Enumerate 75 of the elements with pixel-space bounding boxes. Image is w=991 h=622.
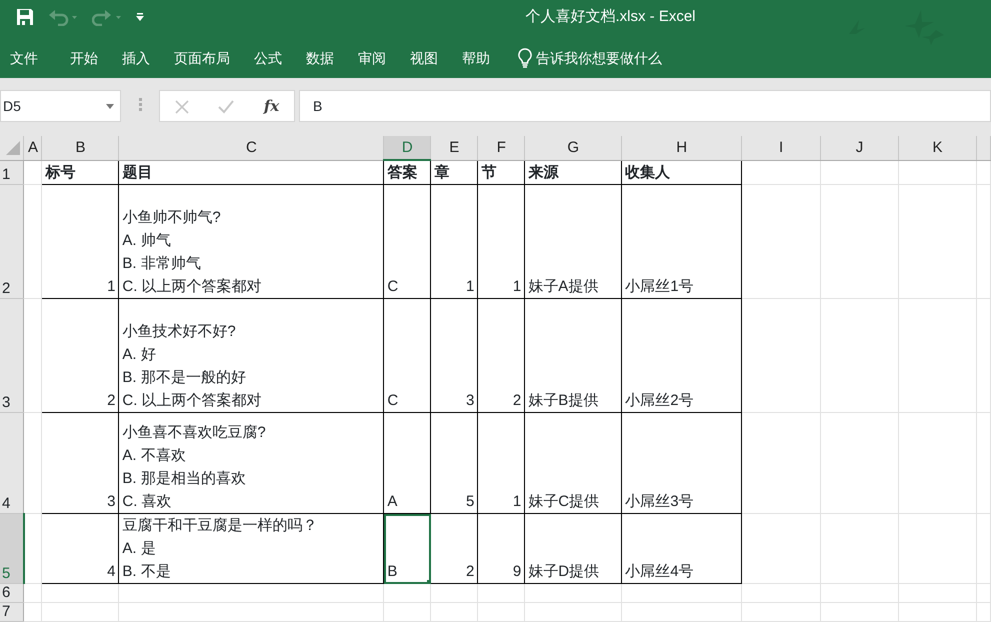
ribbon-tab[interactable]: 开始 [58, 38, 110, 78]
table-cell: 2 [42, 298, 119, 412]
column-title: 章 [430, 160, 478, 184]
column-title: 标号 [42, 160, 119, 184]
table-cell: 小鱼帅不帅气? A. 帅气 B. 非常帅气 C. 以上两个答案都对 [118, 184, 384, 298]
select-all-icon[interactable] [4, 141, 20, 156]
column-title: 收集人 [622, 160, 742, 184]
ribbon-tab[interactable]: 插入 [110, 38, 162, 78]
table-cell: 1 [478, 184, 525, 298]
table-cell: 1 [42, 184, 119, 298]
column-title: 来源 [524, 160, 622, 184]
table-cell: 妹子B提供 [524, 298, 622, 412]
table-cell: 9 [478, 514, 525, 584]
check-icon [218, 100, 234, 114]
ribbon-tab[interactable]: 视图 [398, 38, 450, 78]
save-icon[interactable] [16, 8, 34, 26]
column-header[interactable]: D [384, 136, 431, 160]
column-header[interactable]: I [742, 136, 821, 160]
row-header[interactable]: 1 [0, 160, 24, 184]
row-header[interactable]: 2 [0, 184, 24, 298]
row-header[interactable]: 4 [0, 412, 24, 514]
table-cell: 小屌丝2号 [622, 298, 742, 412]
ribbon-tab[interactable]: 帮助 [450, 38, 502, 78]
column-header[interactable]: C [118, 136, 384, 160]
row-header[interactable]: 5 [0, 514, 24, 584]
column-header[interactable]: G [524, 136, 622, 160]
table-cell: 小屌丝3号 [622, 412, 742, 514]
table-cell: B [384, 514, 431, 584]
column-header[interactable]: H [622, 136, 742, 160]
window-title: 个人喜好文档.xlsx - Excel [525, 8, 696, 25]
table-cell: 妹子C提供 [524, 412, 622, 514]
grip-icon [138, 98, 142, 112]
insert-function-button[interactable]: fx [258, 94, 286, 118]
caret-icon [106, 104, 114, 108]
row-header[interactable]: 7 [0, 602, 24, 622]
formula-field[interactable]: B [299, 90, 991, 122]
table-cell: 妹子A提供 [524, 184, 622, 298]
ribbon-tab[interactable]: 页面布局 [162, 38, 242, 78]
table-cell: 3 [42, 412, 119, 514]
row-header[interactable]: 3 [0, 298, 24, 412]
table-cell: 3 [430, 298, 478, 412]
ribbon-tab[interactable]: 公式 [242, 38, 294, 78]
table-cell: C [384, 298, 431, 412]
close-icon [174, 100, 189, 114]
column-header[interactable]: E [430, 136, 478, 160]
ribbon-tab[interactable]: 文件 [0, 38, 58, 78]
lightbulb-icon [518, 48, 532, 68]
column-title: 答案 [384, 160, 431, 184]
table-cell: 2 [478, 298, 525, 412]
table-cell: A [384, 412, 431, 514]
ribbon-tab[interactable]: 审阅 [346, 38, 398, 78]
table-cell: 妹子D提供 [524, 514, 622, 584]
column-title: 题目 [118, 160, 384, 184]
customize-icon[interactable] [136, 13, 144, 21]
row-header[interactable]: 6 [0, 584, 24, 602]
column-header[interactable]: B [42, 136, 119, 160]
table-cell: 2 [430, 514, 478, 584]
table-cell: C [384, 184, 431, 298]
column-header[interactable]: K [898, 136, 976, 160]
tell-me-field[interactable]: 告诉我你想要做什么 [518, 48, 662, 68]
table-cell: 1 [478, 412, 525, 514]
table-cell: 小屌丝4号 [622, 514, 742, 584]
table-cell: 小鱼喜不喜欢吃豆腐? A. 不喜欢 B. 那是相当的喜欢 C. 喜欢 [118, 412, 384, 514]
table-cell: 1 [430, 184, 478, 298]
table-cell: 豆腐干和干豆腐是一样的吗？ A. 是 B. 不是 [118, 514, 384, 584]
table-cell: 小屌丝1号 [622, 184, 742, 298]
table-cell: 小鱼技术好不好? A. 好 B. 那不是一般的好 C. 以上两个答案都对 [118, 298, 384, 412]
column-header[interactable]: J [820, 136, 898, 160]
name-box[interactable]: D5 [0, 90, 121, 122]
column-header[interactable]: A [24, 136, 42, 160]
table-cell: 5 [430, 412, 478, 514]
table-cell: 4 [42, 514, 119, 584]
column-title: 节 [478, 160, 525, 184]
column-header[interactable]: F [478, 136, 525, 160]
ribbon-tab[interactable]: 数据 [294, 38, 346, 78]
